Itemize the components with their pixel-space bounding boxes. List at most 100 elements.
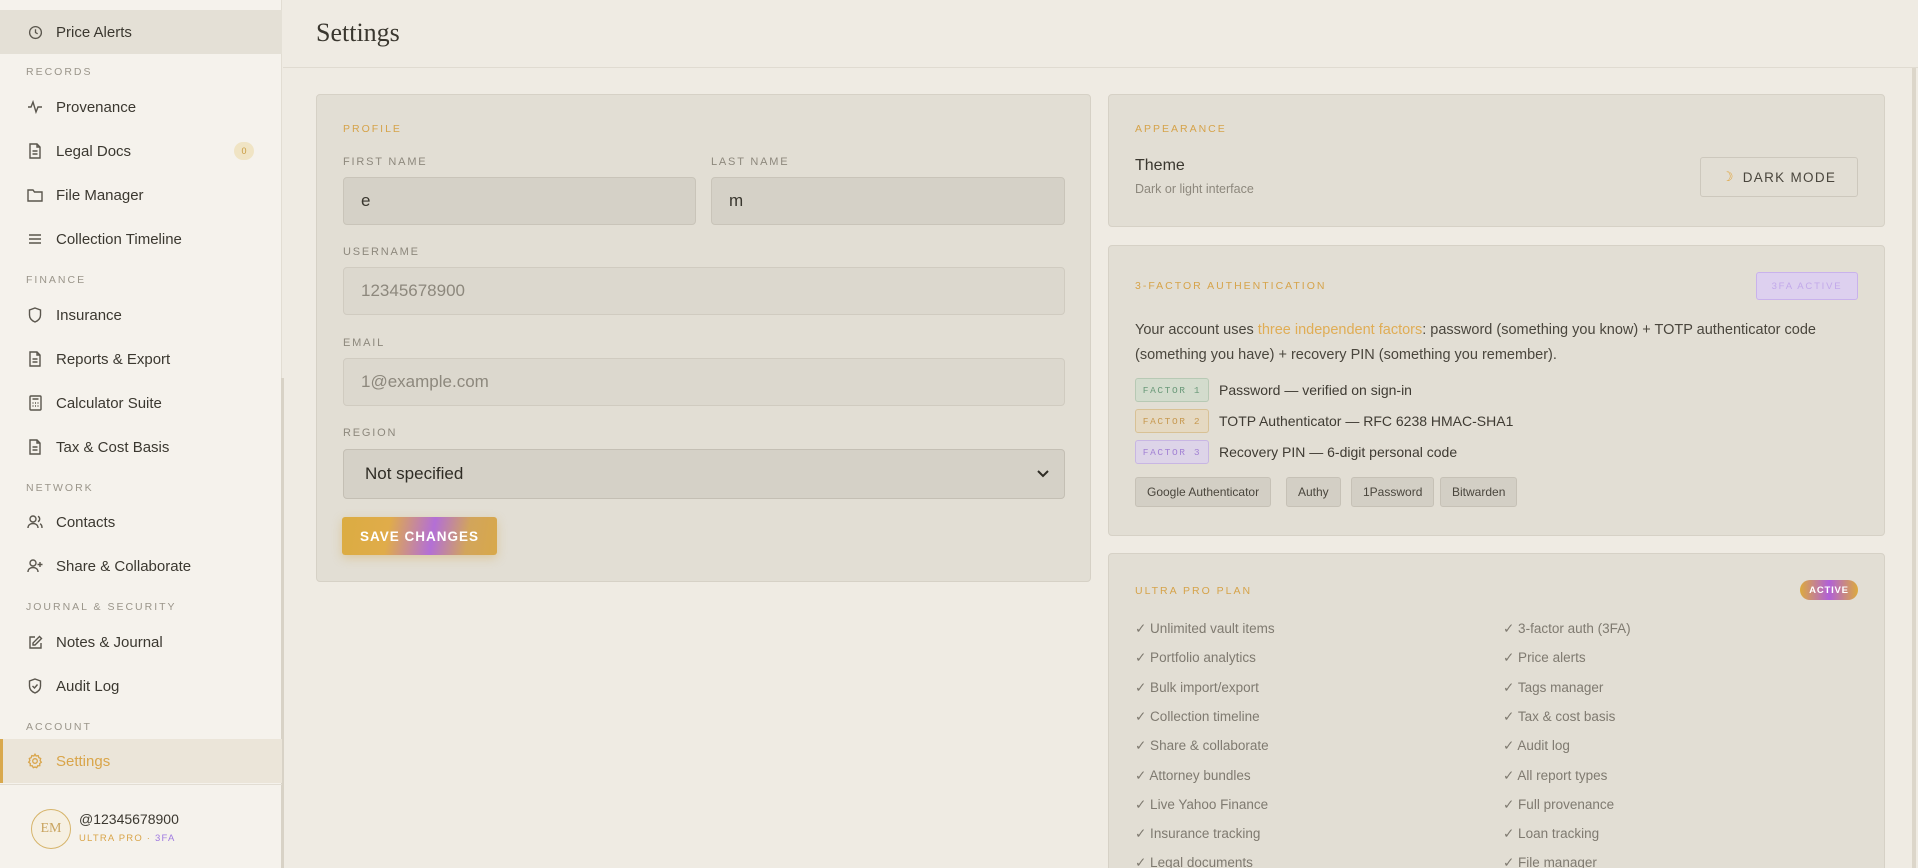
section-label-records: RECORDS [26,66,93,78]
main-scrollbar[interactable] [1912,68,1916,868]
appearance-card: APPEARANCE Theme Dark or light interface… [1108,94,1885,227]
sidebar-item-label: Provenance [56,98,137,116]
plan-feature: ✓ Live Yahoo Finance [1135,797,1269,812]
plan-feature: ✓ Collection timeline [1135,709,1260,724]
plan-status-badge: ACTIVE [1800,580,1858,600]
sidebar-item-label: Contacts [56,513,116,531]
calculator-icon [26,394,44,412]
email-label: EMAIL [343,337,386,349]
factor-tag: FACTOR 3 [1135,440,1209,464]
plan-feature: ✓ Bulk import/export [1135,680,1259,695]
avatar: EM [31,809,71,849]
sidebar: Price Alerts RECORDS Provenance Legal Do… [0,0,284,868]
plan-feature: ✓ Price alerts [1503,650,1586,665]
sidebar-item-label: Calculator Suite [56,394,162,412]
sidebar-item-legal-docs[interactable]: Legal Docs 0 [0,129,282,173]
sidebar-item-contacts[interactable]: Contacts [0,500,282,544]
plan-feature: ✓ Loan tracking [1503,826,1600,841]
factor-text: Password — verified on sign-in [1219,382,1412,398]
edit-icon [26,633,44,651]
plan-card: ULTRA PRO PLAN ACTIVE ✓ Unlimited vault … [1108,553,1885,868]
sidebar-item-notes-journal[interactable]: Notes & Journal [0,620,282,664]
plan-feature: ✓ File manager [1503,855,1597,868]
gear-icon [26,752,44,770]
user-plus-icon [26,557,44,575]
first-name-label: FIRST NAME [343,156,428,168]
sidebar-item-label: File Manager [56,186,144,204]
theme-subtitle: Dark or light interface [1135,182,1254,196]
sidebar-item-share-collaborate[interactable]: Share & Collaborate [0,544,282,588]
plan-feature: ✓ Attorney bundles [1135,768,1251,783]
username-input[interactable]: 12345678900 [343,267,1065,315]
document-icon [26,438,44,456]
factor-text: TOTP Authenticator — RFC 6238 HMAC-SHA1 [1219,413,1514,429]
sidebar-item-calculator-suite[interactable]: Calculator Suite [0,381,282,425]
region-label: REGION [343,427,398,439]
plan-feature: ✓ Audit log [1503,738,1570,753]
section-label-finance: FINANCE [26,274,87,286]
shield-icon [26,306,44,324]
save-changes-button[interactable]: SAVE CHANGES [342,517,497,555]
plan-feature: ✓ All report types [1503,768,1608,783]
sidebar-item-label: Tax & Cost Basis [56,438,170,456]
sidebar-item-insurance[interactable]: Insurance [0,293,282,337]
last-name-input[interactable]: m [711,177,1065,225]
sidebar-item-label: Audit Log [56,677,120,695]
section-label-account: ACCOUNT [26,721,92,733]
shield-check-icon [26,677,44,695]
auth-highlight: three independent factors [1257,322,1423,338]
last-name-label: LAST NAME [711,156,790,168]
plan-feature: ✓ Tax & cost basis [1503,709,1616,724]
plan-feature: ✓ Share & collaborate [1135,738,1269,753]
list-icon [26,230,44,248]
factor-row: FACTOR 2 TOTP Authenticator — RFC 6238 H… [1135,409,1513,433]
profile-card: PROFILE FIRST NAME e LAST NAME m USERNAM… [316,94,1091,582]
auth-section-label: 3-FACTOR AUTHENTICATION [1135,280,1327,292]
page-header: Settings [283,0,1918,68]
sidebar-item-label: Reports & Export [56,350,171,368]
sidebar-item-provenance[interactable]: Provenance [0,85,282,129]
sidebar-item-label: Share & Collaborate [56,557,192,575]
factor-tag: FACTOR 2 [1135,409,1209,433]
plan-feature: ✓ 3-factor auth (3FA) [1503,621,1631,636]
count-badge: 0 [234,142,254,160]
region-select[interactable]: Not specified [343,449,1065,499]
email-input[interactable]: 1@example.com [343,358,1065,406]
factor-row: FACTOR 3 Recovery PIN — 6-digit personal… [1135,440,1457,464]
sidebar-item-reports-export[interactable]: Reports & Export [0,337,282,381]
chevron-down-icon [1036,464,1050,489]
sidebar-item-label: Settings [56,752,111,770]
username-label: USERNAME [343,246,420,258]
user-plan: ULTRA PRO · 3FA [79,833,176,844]
plan-feature: ✓ Full provenance [1503,797,1615,812]
dark-mode-button[interactable]: ☽ DARK MODE [1700,157,1858,197]
sidebar-item-price-alerts[interactable]: Price Alerts [0,10,282,54]
plan-section-label: ULTRA PRO PLAN [1135,585,1253,597]
activity-icon [26,98,44,116]
sidebar-item-file-manager[interactable]: File Manager [0,173,282,217]
user-profile[interactable]: EM @12345678900 ULTRA PRO · 3FA [0,784,282,868]
plan-feature: ✓ Insurance tracking [1135,826,1261,841]
document-icon [26,350,44,368]
section-label-journal-security: JOURNAL & SECURITY [26,601,177,613]
sidebar-item-settings[interactable]: Settings [0,739,282,783]
sidebar-item-collection-timeline[interactable]: Collection Timeline [0,217,282,261]
sidebar-item-tax-cost-basis[interactable]: Tax & Cost Basis [0,425,282,469]
first-name-input[interactable]: e [343,177,696,225]
folder-icon [26,186,44,204]
plan-feature: ✓ Portfolio analytics [1135,650,1256,665]
app-chip: Bitwarden [1440,477,1518,507]
app-chip: 1Password [1351,477,1435,507]
sidebar-item-label: Legal Docs [56,142,132,160]
sidebar-item-label: Notes & Journal [56,633,163,651]
sidebar-item-label: Collection Timeline [56,230,182,248]
sidebar-item-label: Price Alerts [56,23,132,41]
clock-icon [26,23,44,41]
factor-row: FACTOR 1 Password — verified on sign-in [1135,378,1412,402]
3fa-active-badge: 3FA ACTIVE [1756,272,1858,300]
plan-feature: ✓ Tags manager [1503,680,1604,695]
page-title: Settings [316,18,400,47]
user-handle: @12345678900 [79,811,179,827]
sidebar-item-audit-log[interactable]: Audit Log [0,664,282,708]
sidebar-item-label: Insurance [56,306,122,324]
